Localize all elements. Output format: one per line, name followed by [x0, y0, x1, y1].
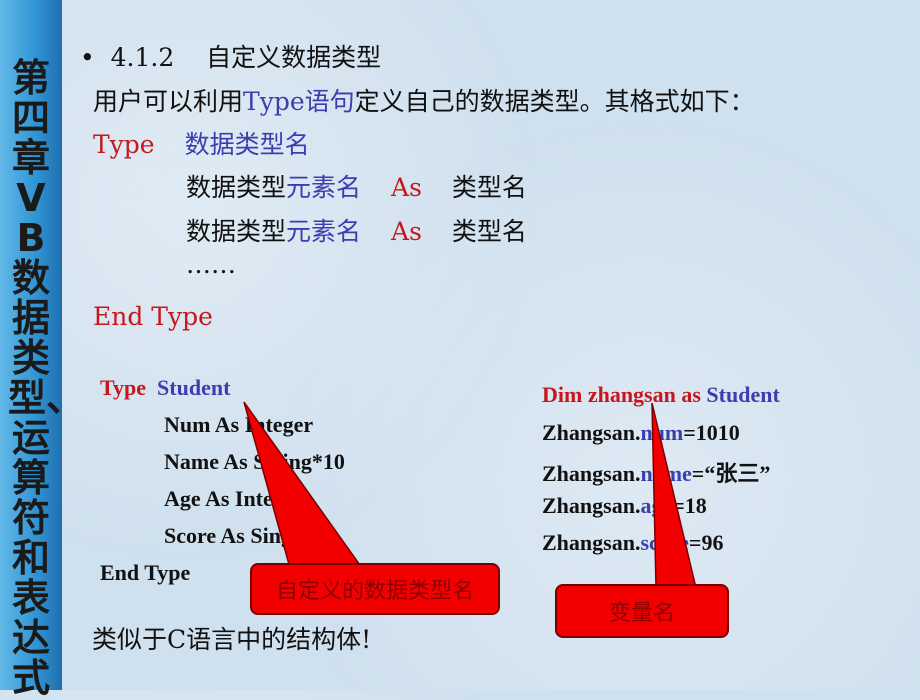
callout-pointer-var	[651, 402, 697, 589]
callout-var-name: 变量名	[555, 584, 729, 638]
footer-note: 类似于C语言中的结构体!	[92, 625, 372, 654]
callout-pointer-type	[243, 401, 364, 569]
callout-type-name: 自定义的数据类型名	[250, 563, 500, 615]
